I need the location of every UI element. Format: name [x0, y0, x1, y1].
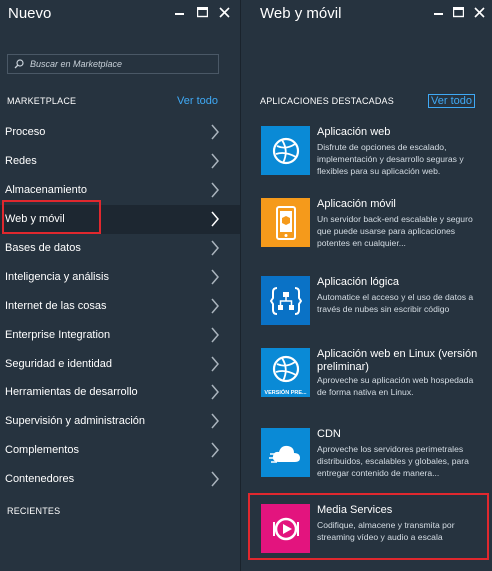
blade-title: Nuevo [8, 5, 52, 22]
blade-title: Web y móvil [260, 5, 342, 22]
minimize-button[interactable] [430, 2, 448, 22]
close-button[interactable] [470, 2, 488, 22]
featured-app-item[interactable]: Aplicación lógica Automatice el acceso y … [261, 272, 486, 336]
category-item[interactable]: Contenedores [0, 465, 240, 494]
app-tile [261, 428, 310, 477]
chevron-right-icon [211, 384, 219, 400]
search-icon [14, 59, 24, 69]
category-item[interactable]: Complementos [0, 436, 240, 465]
app-tile [261, 198, 310, 247]
featured-app-item[interactable]: Media Services Codifique, almacene y tran… [261, 500, 486, 564]
app-name: Aplicación web [317, 126, 391, 138]
app-description: Codifique, almacene y transmita por stre… [317, 520, 455, 542]
chevron-right-icon [211, 471, 219, 487]
chevron-right-icon [211, 327, 219, 343]
category-item[interactable]: Proceso [0, 118, 240, 147]
search-input[interactable] [30, 59, 210, 69]
category-list: Proceso Redes Almacenamiento Web y móvil Bas… [0, 118, 240, 494]
cdn-cloud-icon [268, 440, 303, 466]
chevron-right-icon [211, 211, 219, 227]
category-item[interactable]: Seguridad e identidad [0, 349, 240, 378]
category-label: Herramientas de desarrollo [5, 386, 138, 399]
app-description: Aproveche los servidores perimetrales di… [317, 444, 469, 478]
mobile-app-icon [273, 205, 299, 240]
featured-apps-heading: APLICACIONES DESTACADAS [260, 96, 394, 106]
category-label: Almacenamiento [5, 184, 87, 197]
chevron-right-icon [211, 442, 219, 458]
category-label: Bases de datos [5, 242, 81, 254]
category-item[interactable]: Inteligencia y análisis [0, 262, 240, 291]
category-label: Web y móvil [5, 213, 65, 226]
category-item[interactable]: Internet de las cosas [0, 291, 240, 320]
maximize-button[interactable] [193, 2, 211, 22]
category-item[interactable]: Redes [0, 147, 240, 176]
chevron-right-icon [211, 356, 219, 372]
featured-see-all-link[interactable]: Ver todo [428, 94, 475, 108]
category-item[interactable]: Almacenamiento [0, 176, 240, 205]
category-item[interactable]: Supervisión y administración [0, 407, 240, 436]
category-item[interactable]: Enterprise Integration [0, 320, 240, 349]
marketplace-see-all-link[interactable]: Ver todo [177, 95, 218, 107]
category-label: Inteligencia y análisis [5, 270, 109, 283]
minimize-button[interactable] [171, 2, 189, 22]
new-blade: Nuevo MARKETPLACE Ver todo Proceso Redes A… [0, 0, 240, 571]
recent-heading: RECIENTES [7, 506, 61, 516]
featured-app-item[interactable]: Aplicación web Disfrute de opciones de es… [261, 122, 486, 186]
close-button[interactable] [215, 2, 233, 22]
chevron-right-icon [211, 182, 219, 198]
category-item[interactable]: Bases de datos [0, 234, 240, 263]
globe-icon [271, 354, 301, 384]
preview-caption: VERSIÓN PRE... [264, 390, 307, 396]
maximize-button[interactable] [449, 2, 467, 22]
app-tile: VERSIÓN PRE... [261, 348, 310, 397]
app-name: CDN [317, 428, 341, 440]
featured-app-item[interactable]: VERSIÓN PRE... Aplicación web en Linux (v… [261, 344, 486, 408]
category-label: Enterprise Integration [5, 328, 111, 341]
chevron-right-icon [211, 153, 219, 169]
marketplace-heading: MARKETPLACE [7, 96, 77, 106]
category-item[interactable]: Herramientas de desarrollo [0, 378, 240, 407]
category-item[interactable]: Web y móvil [0, 204, 240, 234]
chevron-right-icon [211, 413, 219, 429]
app-description: Disfrute de opciones de escalado, implem… [317, 142, 464, 176]
media-play-icon [270, 513, 302, 545]
app-tile [261, 276, 310, 325]
app-tile [261, 126, 310, 175]
category-label: Proceso [5, 126, 46, 139]
close-icon [218, 6, 230, 18]
globe-icon [271, 136, 301, 166]
maximize-icon [196, 6, 208, 17]
minimize-icon [434, 13, 443, 15]
featured-app-item[interactable]: Aplicación móvil Un servidor back-end esc… [261, 194, 486, 258]
logic-app-icon [269, 285, 302, 317]
app-description: Un servidor back-end escalable y seguro … [317, 214, 473, 248]
category-label: Redes [5, 155, 37, 168]
app-tile [261, 504, 310, 553]
app-name: Aplicación web en Linux (versión prelimi… [317, 348, 478, 373]
chevron-right-icon [211, 269, 219, 285]
app-name: Media Services [317, 504, 393, 516]
app-name: Aplicación móvil [317, 198, 396, 210]
chevron-right-icon [211, 124, 219, 140]
chevron-right-icon [211, 240, 219, 256]
category-label: Supervisión y administración [5, 415, 146, 428]
category-label: Internet de las cosas [5, 299, 107, 312]
app-description: Automatice el acceso y el uso de datos a… [317, 292, 474, 314]
category-label: Complementos [5, 444, 79, 457]
maximize-icon [452, 6, 464, 17]
marketplace-search[interactable] [7, 54, 219, 74]
category-label: Seguridad e identidad [5, 357, 113, 370]
category-label: Contenedores [5, 473, 75, 486]
minimize-icon [175, 13, 184, 15]
featured-app-item[interactable]: CDN Aproveche los servidores perimetrales… [261, 424, 486, 488]
close-icon [473, 6, 485, 18]
chevron-right-icon [211, 298, 219, 314]
app-description: Aproveche su aplicación web hospedada de… [317, 375, 474, 397]
app-name: Aplicación lógica [317, 276, 399, 288]
